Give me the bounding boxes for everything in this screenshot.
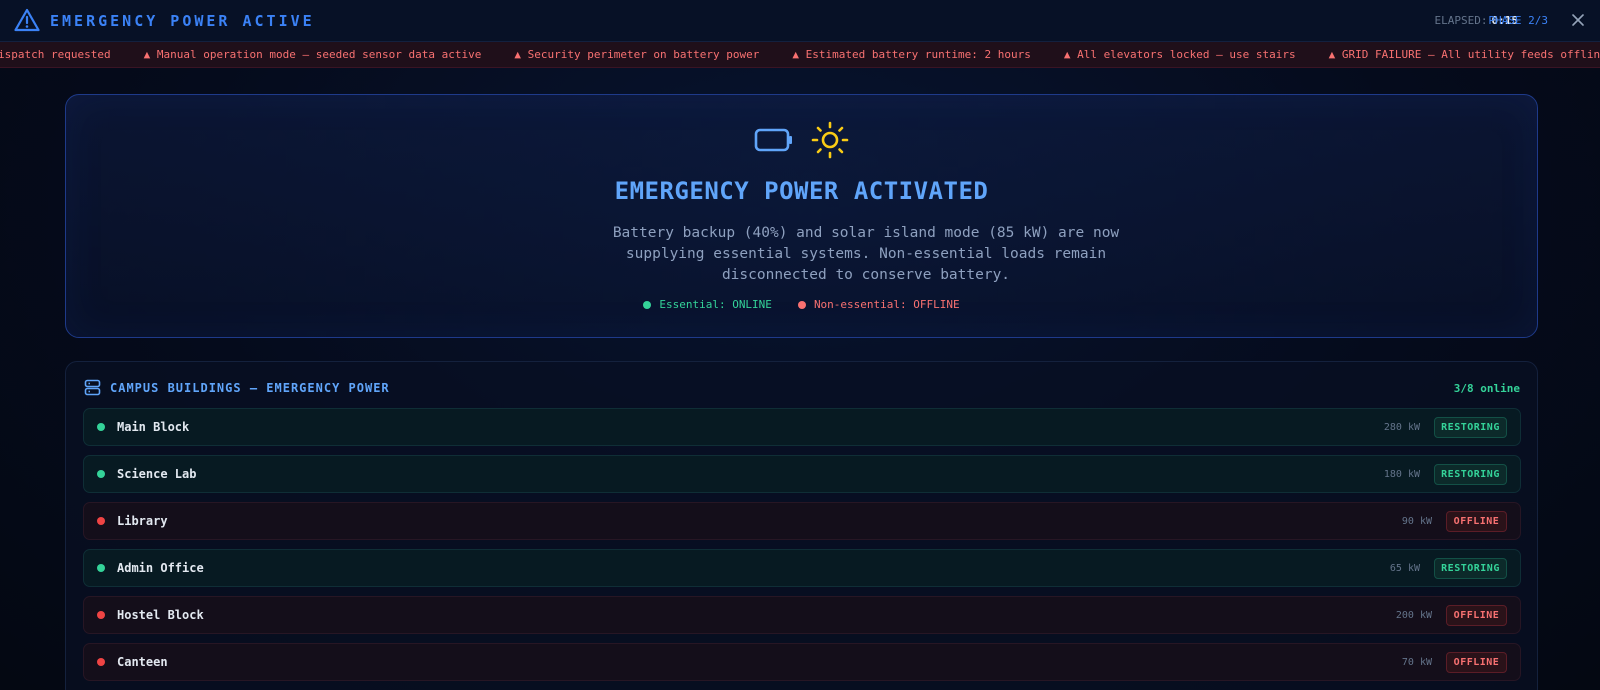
ticker-item: ▲ Security perimeter on battery power xyxy=(514,48,760,61)
building-list: Main Block 280 kW RESTORING Science Lab … xyxy=(83,408,1521,690)
building-row-hostel-block[interactable]: Hostel Block 200 kW OFFLINE xyxy=(83,596,1521,634)
building-name: Science Lab xyxy=(117,467,197,481)
building-load: 90 kW xyxy=(1401,516,1432,527)
ticker-item: ispatch requested xyxy=(0,48,111,61)
phase-indicator: PHASE 2/3 xyxy=(1488,14,1548,27)
status-badge: RESTORING xyxy=(1434,417,1507,438)
status-badge: OFFLINE xyxy=(1446,511,1507,532)
building-load: 70 kW xyxy=(1401,657,1432,668)
building-row-library[interactable]: Library 90 kW OFFLINE xyxy=(83,502,1521,540)
status-dot xyxy=(643,300,652,309)
elapsed-label: ELAPSED: xyxy=(1434,14,1488,27)
close-icon[interactable] xyxy=(1570,12,1586,28)
building-name: Hostel Block xyxy=(117,608,204,622)
header-bar: EMERGENCY POWER ACTIVE ELAPSED: 0:15 PHAS… xyxy=(0,0,1600,42)
server-stack-icon xyxy=(84,379,101,396)
hero-description: Battery backup (40%) and solar island mo… xyxy=(612,225,1120,283)
non-essential-status-label: Non-essential: OFFLINE xyxy=(813,298,960,311)
essential-status: Essential: ONLINE xyxy=(643,298,772,311)
status-badge: OFFLINE xyxy=(1446,605,1507,626)
hero-title: EMERGENCY POWER ACTIVATED xyxy=(614,177,989,205)
ticker-item: ▲ GRID FAILURE — All utility feeds offli… xyxy=(1328,48,1600,61)
building-row-science-lab[interactable]: Science Lab 180 kW RESTORING xyxy=(83,455,1521,493)
building-row-main-block[interactable]: Main Block 280 kW RESTORING xyxy=(83,408,1521,446)
building-row-admin-office[interactable]: Admin Office 65 kW RESTORING xyxy=(83,549,1521,587)
ticker-item: ▲ All elevators locked — use stairs xyxy=(1063,48,1296,61)
alert-ticker: ispatch requested ▲ Manual operation mod… xyxy=(0,42,1600,68)
building-load: 200 kW xyxy=(1395,610,1432,621)
page-title: EMERGENCY POWER ACTIVE xyxy=(50,12,315,30)
building-name: Main Block xyxy=(117,420,190,434)
battery-icon xyxy=(754,128,792,152)
building-name: Library xyxy=(117,514,168,528)
building-name: Canteen xyxy=(117,655,168,669)
building-load: 280 kW xyxy=(1383,422,1420,433)
status-dot xyxy=(97,658,105,666)
status-dot xyxy=(97,470,105,478)
essential-status-label: Essential: ONLINE xyxy=(659,298,772,311)
status-badge: OFFLINE xyxy=(1446,652,1507,673)
building-name: Admin Office xyxy=(117,561,204,575)
building-load: 65 kW xyxy=(1389,563,1420,574)
status-dot xyxy=(97,517,105,525)
building-load: 180 kW xyxy=(1383,469,1420,480)
status-dot xyxy=(97,423,105,431)
campus-buildings-panel: CAMPUS BUILDINGS — EMERGENCY POWER 3/8 o… xyxy=(65,361,1538,690)
status-dot xyxy=(97,611,105,619)
non-essential-status: Non-essential: OFFLINE xyxy=(797,298,960,311)
ticker-item: ▲ Estimated battery runtime: 2 hours xyxy=(792,48,1031,61)
emergency-power-card: EMERGENCY POWER ACTIVATED Battery backup… xyxy=(65,94,1538,338)
status-badge: RESTORING xyxy=(1434,558,1507,579)
warning-triangle-icon xyxy=(14,8,40,32)
status-dot xyxy=(797,300,806,309)
panel-title: CAMPUS BUILDINGS — EMERGENCY POWER xyxy=(110,380,390,395)
sun-icon xyxy=(811,121,848,159)
status-badge: RESTORING xyxy=(1434,464,1507,485)
status-dot xyxy=(97,564,105,572)
online-count: 3/8 online xyxy=(1453,382,1520,395)
building-row-canteen[interactable]: Canteen 70 kW OFFLINE xyxy=(83,643,1521,681)
ticker-item: ▲ Manual operation mode — seeded sensor … xyxy=(143,48,482,61)
